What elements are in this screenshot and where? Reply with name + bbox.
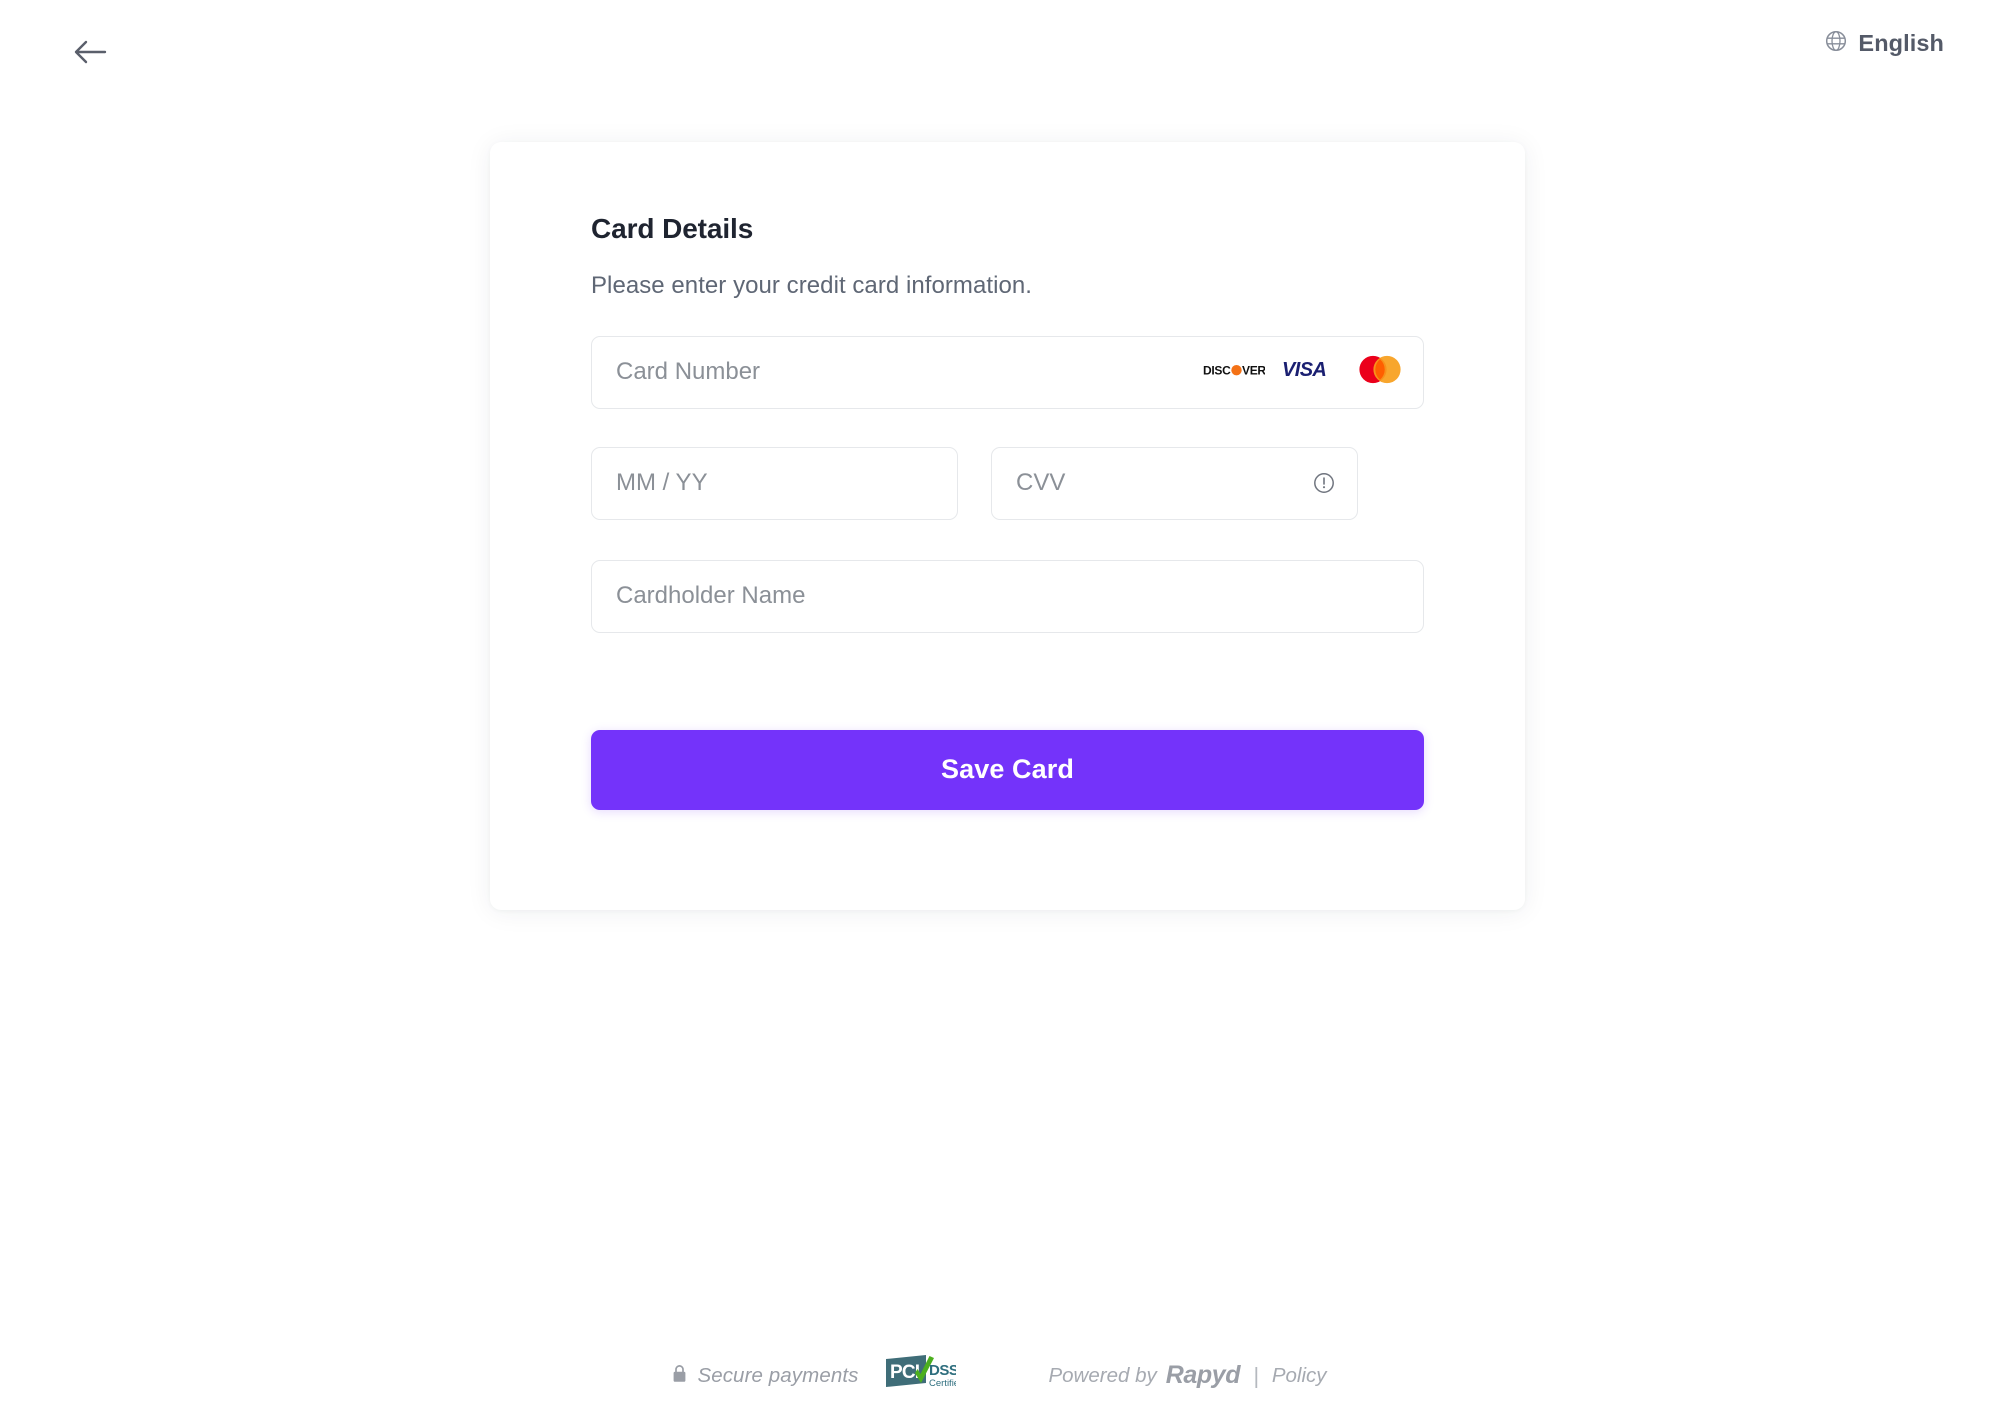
cardholder-name-input[interactable] [592, 560, 1423, 632]
arrow-left-icon [73, 39, 107, 65]
footer: Secure payments PCI DSS Certified Powere… [0, 1353, 1999, 1398]
footer-divider: | [1253, 1362, 1259, 1388]
expiry-input[interactable] [592, 447, 957, 519]
language-selector[interactable]: English [1825, 30, 1944, 57]
lock-icon [672, 1364, 687, 1388]
page-title: Card Details [591, 213, 754, 244]
card-details-content: Card Details Please enter your credit ca… [591, 212, 1424, 810]
exclamation-circle-icon[interactable] [1313, 472, 1335, 494]
card-number-input[interactable] [592, 336, 1423, 408]
expiry-field[interactable] [591, 446, 958, 520]
language-label: English [1858, 30, 1944, 56]
cvv-input[interactable] [992, 447, 1357, 519]
rapyd-logo: Rapyd [1165, 1361, 1241, 1389]
secure-payments-group: Secure payments PCI DSS Certified [672, 1353, 965, 1398]
cvv-field[interactable] [991, 446, 1358, 520]
card-details-panel: Card Details Please enter your credit ca… [490, 142, 1525, 910]
expiry-cvv-row [591, 446, 1424, 520]
globe-icon [1825, 30, 1847, 57]
pci-dss-certified-badge: PCI DSS Certified [884, 1353, 965, 1398]
svg-text:Certified: Certified [929, 1378, 956, 1389]
secure-payments-label: Secure payments [697, 1363, 859, 1387]
save-card-button[interactable]: Save Card [591, 729, 1424, 810]
top-bar: English [0, 0, 1999, 120]
powered-by-group: Powered by Rapyd | Policy [1048, 1361, 1326, 1390]
policy-link[interactable]: Policy [1272, 1364, 1327, 1388]
back-button[interactable] [60, 28, 120, 76]
page-subtitle: Please enter your credit card informatio… [591, 271, 1032, 299]
svg-text:DSS: DSS [929, 1362, 956, 1379]
powered-by-label: Powered by [1048, 1363, 1157, 1387]
card-number-field[interactable]: DISC VER VISA [591, 335, 1424, 409]
cardholder-name-field[interactable] [591, 559, 1424, 633]
